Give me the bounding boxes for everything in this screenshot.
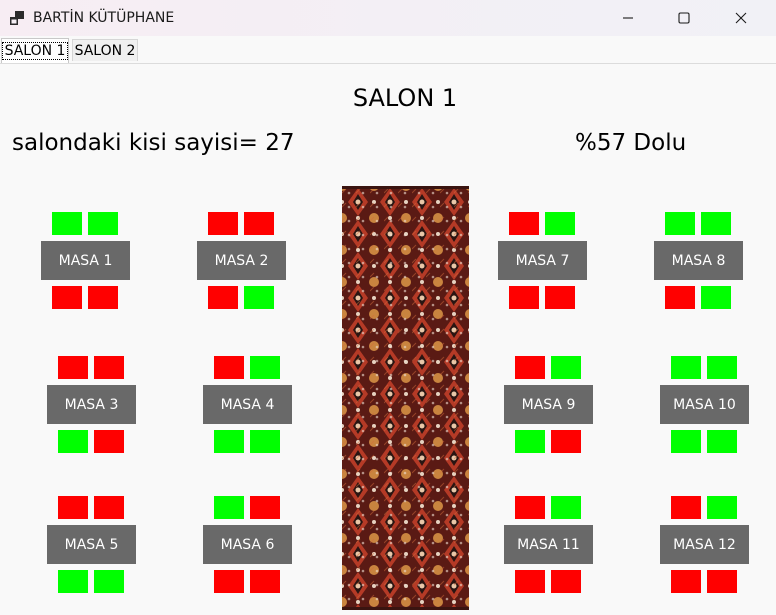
masa-3-chair-bottom-2[interactable] [94,430,124,453]
masa-11-chair-bottom-1[interactable] [515,570,545,593]
carpet-image [342,186,469,610]
masa-6-chair-top-1[interactable] [214,496,244,519]
masa-6-chair-bottom-2[interactable] [250,570,280,593]
masa-8-button[interactable]: MASA 8 [654,241,743,280]
close-button[interactable] [718,0,764,36]
masa-1-button[interactable]: MASA 1 [41,241,130,280]
masa-4-chair-bottom-2[interactable] [250,430,280,453]
masa-3-chair-top-1[interactable] [58,356,88,379]
masa-1-chair-bottom-1[interactable] [52,286,82,309]
masa-7-chair-top-2[interactable] [545,212,575,235]
masa-10-chair-bottom-2[interactable] [707,430,737,453]
masa-12-button[interactable]: MASA 12 [660,525,749,564]
maximize-button[interactable] [661,0,707,36]
window-title: BARTİN KÜTÜPHANE [33,10,175,26]
masa-6-chair-bottom-1[interactable] [214,570,244,593]
masa-7-chair-bottom-2[interactable] [545,286,575,309]
close-icon [735,12,747,24]
masa-8-chair-bottom-1[interactable] [665,286,695,309]
masa-4-chair-top-1[interactable] [214,356,244,379]
masa-4-button[interactable]: MASA 4 [203,385,292,424]
masa-12-chair-bottom-2[interactable] [707,570,737,593]
masa-11-chair-top-1[interactable] [515,496,545,519]
masa-2-chair-top-1[interactable] [208,212,238,235]
tab-salon-1[interactable]: SALON 1 [1,38,69,63]
masa-4-chair-bottom-1[interactable] [214,430,244,453]
masa-10-chair-bottom-1[interactable] [671,430,701,453]
masa-9-chair-top-2[interactable] [551,356,581,379]
salon-title: SALON 1 [352,84,458,112]
masa-5-chair-top-2[interactable] [94,496,124,519]
app-window-icon [9,10,25,26]
masa-8-chair-top-1[interactable] [665,212,695,235]
masa-1-chair-top-2[interactable] [88,212,118,235]
masa-7-button[interactable]: MASA 7 [498,241,587,280]
masa-9-button[interactable]: MASA 9 [504,385,593,424]
tab-salon-1-label: SALON 1 [1,42,69,60]
masa-2-chair-top-2[interactable] [244,212,274,235]
masa-6-button[interactable]: MASA 6 [203,525,292,564]
masa-5-chair-bottom-2[interactable] [94,570,124,593]
masa-1-chair-bottom-2[interactable] [88,286,118,309]
masa-2-button[interactable]: MASA 2 [197,241,286,280]
masa-9-chair-bottom-1[interactable] [515,430,545,453]
masa-10-chair-top-1[interactable] [671,356,701,379]
masa-11-chair-bottom-2[interactable] [551,570,581,593]
masa-10-button[interactable]: MASA 10 [660,385,749,424]
masa-3-button[interactable]: MASA 3 [47,385,136,424]
masa-12-chair-bottom-1[interactable] [671,570,701,593]
masa-2-chair-bottom-2[interactable] [244,286,274,309]
minimize-icon [623,17,633,19]
masa-5-chair-top-1[interactable] [58,496,88,519]
masa-8-chair-top-2[interactable] [701,212,731,235]
masa-7-chair-bottom-1[interactable] [509,286,539,309]
masa-3-chair-top-2[interactable] [94,356,124,379]
minimize-button[interactable] [605,0,651,36]
masa-5-chair-bottom-1[interactable] [58,570,88,593]
tab-salon-2-label: SALON 2 [74,42,136,59]
occupancy-count-label: salondaki kisi sayisi= 27 [12,130,295,156]
masa-11-button[interactable]: MASA 11 [504,525,593,564]
maximize-icon [678,12,690,24]
title-bar[interactable]: BARTİN KÜTÜPHANE [0,0,776,36]
masa-6-chair-top-2[interactable] [250,496,280,519]
masa-12-chair-top-2[interactable] [707,496,737,519]
masa-12-chair-top-1[interactable] [671,496,701,519]
masa-7-chair-top-1[interactable] [509,212,539,235]
masa-8-chair-bottom-2[interactable] [701,286,731,309]
masa-3-chair-bottom-1[interactable] [58,430,88,453]
app-window: BARTİN KÜTÜPHANE SALON 1 SALON 2 SALON 1… [0,0,776,615]
masa-9-chair-top-1[interactable] [515,356,545,379]
tab-salon-2[interactable]: SALON 2 [72,39,138,61]
masa-10-chair-top-2[interactable] [707,356,737,379]
masa-9-chair-bottom-2[interactable] [551,430,581,453]
tab-strip: SALON 1 SALON 2 [0,36,776,64]
masa-5-button[interactable]: MASA 5 [47,525,136,564]
masa-1-chair-top-1[interactable] [52,212,82,235]
occupancy-percent-label: %57 Dolu [575,130,687,156]
masa-2-chair-bottom-1[interactable] [208,286,238,309]
masa-4-chair-top-2[interactable] [250,356,280,379]
masa-11-chair-top-2[interactable] [551,496,581,519]
